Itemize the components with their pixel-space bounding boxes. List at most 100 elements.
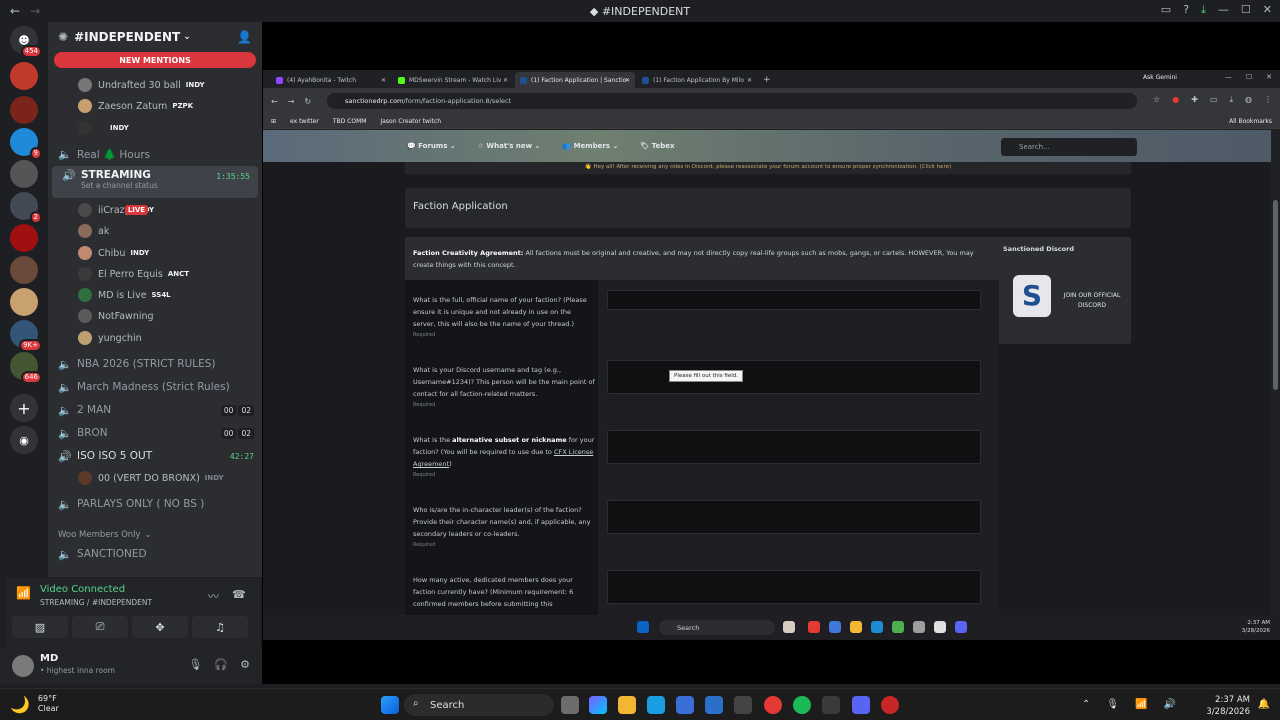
home-button[interactable]: ☻ 454 [10, 26, 42, 58]
channel-march-madness[interactable]: 🔈 March Madness (Strict Rules) [48, 377, 262, 397]
browser-tab[interactable]: MDSwervin Stream - Watch Liv ✕ [393, 72, 513, 88]
server-icon[interactable] [10, 62, 38, 90]
inbox-icon[interactable]: ▭ [1161, 3, 1171, 17]
minimize-icon[interactable]: — [1218, 3, 1229, 17]
bookmark[interactable]: TBD COMM [333, 118, 367, 125]
channel-sanctioned[interactable]: 🔈 SANCTIONED [48, 544, 262, 564]
voice-channel[interactable]: STREAMING / #INDEPENDENT [40, 598, 152, 607]
notification-icon[interactable]: 🔔 [1258, 699, 1270, 710]
url-field[interactable]: sanctionedrp.com/form/faction-applicatio… [327, 93, 1137, 109]
all-bookmarks[interactable]: All Bookmarks [1229, 118, 1272, 125]
soundboard-button[interactable]: ♫ [192, 616, 248, 638]
nav-tebex[interactable]: 🏷 Tebex [640, 142, 674, 150]
forum-search[interactable]: Search... [1001, 138, 1137, 156]
disconnect-icon[interactable]: ☎ [232, 588, 246, 601]
channel-parlays[interactable]: 🔈 PARLAYS ONLY ( NO BS ) [48, 494, 262, 514]
start-button[interactable] [381, 696, 399, 714]
forward-icon[interactable]: → [30, 4, 40, 18]
voice-user[interactable]: Zaeson Zatum PZPK [78, 97, 193, 115]
server-icon[interactable] [10, 224, 38, 252]
close-icon[interactable]: ✕ [1266, 73, 1272, 81]
channel-iso[interactable]: 🔊 ISO ISO 5 OUT 42:27 [48, 446, 262, 466]
headphones-icon[interactable]: 🎧 [214, 658, 228, 671]
server-icon[interactable]: 9K+ [10, 320, 42, 352]
server-icon[interactable] [10, 288, 38, 316]
voice-user[interactable]: NotFawning [78, 307, 159, 325]
new-mentions-banner[interactable]: NEW MENTIONS [54, 52, 256, 68]
activities-button[interactable]: ✥ [132, 616, 188, 638]
join-discord-link[interactable]: JOIN OUR OFFICIAL DISCORD [1059, 291, 1125, 311]
maximize-icon[interactable]: ☐ [1246, 73, 1252, 81]
invite-icon[interactable]: 👤 [237, 30, 252, 44]
wifi-icon[interactable]: 📶 [1135, 699, 1147, 710]
channel-bron[interactable]: 🔈 BRON 00 02 [48, 423, 262, 443]
channel-streaming[interactable]: 🔊 STREAMING Set a channel status 1:35:55 [52, 166, 258, 198]
channel-real-hours[interactable]: 🔈 Real 🌲 Hours [48, 144, 262, 164]
store-icon[interactable] [676, 696, 694, 714]
forward-icon[interactable]: → [288, 97, 295, 106]
voice-user[interactable]: Undrafted 30 ball INDY ⍉ [78, 76, 205, 94]
discord-widget[interactable]: Sanctioned Discord S JOIN OUR OFFICIAL D… [997, 237, 1131, 344]
answer-field[interactable] [607, 430, 981, 464]
bookmark[interactable]: Jason Creator twitch [380, 118, 441, 125]
voice-user[interactable]: El Perro Equis ANCT [78, 265, 189, 283]
mail-icon[interactable] [705, 696, 723, 714]
microphone-icon[interactable]: 🎙 [188, 658, 202, 671]
add-server-button[interactable]: + [10, 394, 38, 422]
server-icon[interactable] [10, 160, 38, 188]
channel-2-man[interactable]: 🔈 2 MAN 00 02 [48, 400, 262, 420]
close-icon[interactable]: ✕ [1263, 3, 1272, 17]
copilot-icon[interactable] [589, 696, 607, 714]
app-icon[interactable] [734, 696, 752, 714]
chevron-up-icon[interactable]: ⌃ [1082, 699, 1090, 710]
opera-icon[interactable] [881, 696, 899, 714]
voice-user[interactable]: 00 (VERT DO BRONX) INDY [78, 469, 224, 487]
close-tab-icon[interactable]: ✕ [625, 77, 630, 84]
signal-icon[interactable]: 📶 [16, 586, 31, 600]
back-icon[interactable]: ← [271, 97, 278, 106]
download-icon[interactable]: ⤓ [1229, 95, 1233, 105]
voice-user[interactable]: MD is Live SS4L [78, 286, 171, 304]
discord-icon[interactable] [852, 696, 870, 714]
maximize-icon[interactable]: ☐ [1241, 3, 1251, 17]
ask-gemini-button[interactable]: Ask Gemini [1143, 74, 1177, 81]
answer-field[interactable] [607, 360, 981, 394]
server-icon[interactable] [10, 256, 38, 284]
weather-widget[interactable]: 🌙 69°F Clear [10, 694, 59, 714]
scrollbar-thumb[interactable] [1273, 200, 1278, 390]
new-tab-button[interactable]: + [763, 75, 771, 85]
nav-whats-new[interactable]: ☆ What's new ⌄ [478, 142, 541, 150]
server-icon[interactable]: 2 [10, 192, 42, 224]
minimize-icon[interactable]: — [1225, 73, 1232, 81]
task-view-icon[interactable] [561, 696, 579, 714]
voice-user[interactable]: ak [78, 222, 114, 240]
download-icon[interactable]: ⤓ [1201, 3, 1206, 17]
category-woo[interactable]: Woo Members Only ⌄ [48, 525, 262, 545]
server-icon[interactable]: 9 [10, 128, 42, 160]
channel-nba[interactable]: 🔈 NBA 2026 (STRICT RULES) [48, 354, 262, 374]
server-icon[interactable] [10, 96, 38, 124]
voice-user[interactable]: iiCrazyINDYLIVE [78, 201, 154, 219]
taskbar-search[interactable]: ⌕ Search [404, 694, 554, 716]
close-tab-icon[interactable]: ✕ [381, 77, 386, 84]
taskbar-clock[interactable]: 2:37 AM 3/28/2026 [1206, 694, 1250, 718]
chrome-icon[interactable] [764, 696, 782, 714]
answer-field[interactable] [607, 290, 981, 310]
nav-members[interactable]: 👥 Members ⌄ [562, 142, 618, 150]
help-icon[interactable]: ? [1183, 3, 1189, 17]
answer-field[interactable] [607, 500, 981, 534]
apps-icon[interactable]: ⊞ [271, 118, 276, 125]
voice-user[interactable]: Chibu INDY [78, 244, 149, 262]
profile-icon[interactable]: ◍ [1245, 95, 1252, 105]
spotify-icon[interactable] [793, 696, 811, 714]
mic-icon[interactable]: 🎙 [1106, 699, 1119, 710]
server-icon[interactable]: 646 [10, 352, 42, 384]
camera-button[interactable]: ▨ [12, 616, 68, 638]
voice-user[interactable]: yungchin [78, 329, 147, 347]
edge-icon[interactable] [647, 696, 665, 714]
close-tab-icon[interactable]: ✕ [503, 77, 508, 84]
reload-icon[interactable]: ↻ [304, 97, 311, 106]
browser-tab[interactable]: (1) Faction Application | Sanctio ✕ [515, 72, 635, 88]
screen-share-button[interactable]: ⎚ [72, 616, 128, 638]
avatar[interactable] [12, 655, 34, 677]
